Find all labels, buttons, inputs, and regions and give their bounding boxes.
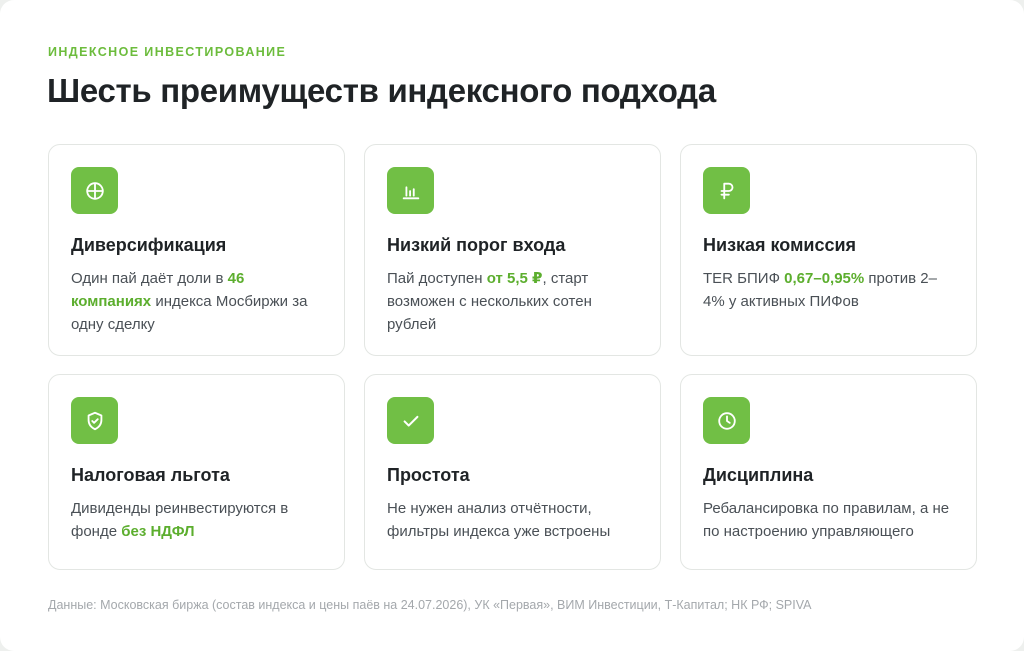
card-highlight: без НДФЛ	[121, 523, 195, 540]
benefit-card-tax: Налоговая льгота Дивиденды реинвестируют…	[48, 374, 345, 570]
ruble-icon	[703, 167, 750, 214]
card-title: Дисциплина	[703, 465, 814, 485]
benefit-card-discipline: Дисциплина Ребалансировка по правилам, а…	[680, 374, 977, 570]
crosshair-circle-icon	[71, 167, 118, 214]
card-text: Пай доступен от 5,5 ₽, старт возможен с …	[387, 270, 592, 333]
section-eyebrow: ИНДЕКСНОЕ ИНВЕСТИРОВАНИЕ	[48, 45, 287, 59]
card-highlight: 0,67–0,95%	[784, 270, 865, 287]
benefit-card-diversification: Диверсификация Один пай даёт доли в 46 к…	[48, 144, 345, 356]
shield-check-icon	[71, 397, 118, 444]
card-title: Простота	[387, 465, 470, 485]
card-highlight: от 5,5 ₽	[486, 270, 543, 287]
card-text: Не нужен анализ отчётности, фильтры инде…	[387, 500, 611, 540]
bar-chart-icon	[387, 167, 434, 214]
checkmark-icon	[387, 397, 434, 444]
card-title: Низкая комиссия	[703, 235, 857, 255]
source-note: Данные: Московская биржа (состав индекса…	[48, 598, 812, 612]
card-text: Ребалансировка по правилам, а не по наст…	[703, 500, 950, 540]
benefits-grid: Диверсификация Один пай даёт доли в 46 к…	[48, 144, 977, 570]
benefit-card-simplicity: Простота Не нужен анализ отчётности, фил…	[364, 374, 661, 570]
card-title: Диверсификация	[71, 235, 227, 255]
infographic-card: ИНДЕКСНОЕ ИНВЕСТИРОВАНИЕ Шесть преимущес…	[0, 0, 1024, 651]
clock-icon	[703, 397, 750, 444]
card-text: Дивиденды реинвестируются в фонде без НД…	[71, 500, 289, 540]
benefit-card-low-fee: Низкая комиссия TER БПИФ 0,67–0,95% прот…	[680, 144, 977, 356]
card-text: Один пай даёт доли в 46 компаниях индекс…	[71, 270, 308, 333]
page-title: Шесть преимуществ индексного подхода	[47, 72, 716, 109]
card-title: Низкий порог входа	[387, 235, 566, 255]
benefit-card-low-entry: Низкий порог входа Пай доступен от 5,5 ₽…	[364, 144, 661, 356]
card-text: TER БПИФ 0,67–0,95% против 2–4% у активн…	[703, 270, 937, 310]
card-title: Налоговая льгота	[71, 465, 230, 485]
